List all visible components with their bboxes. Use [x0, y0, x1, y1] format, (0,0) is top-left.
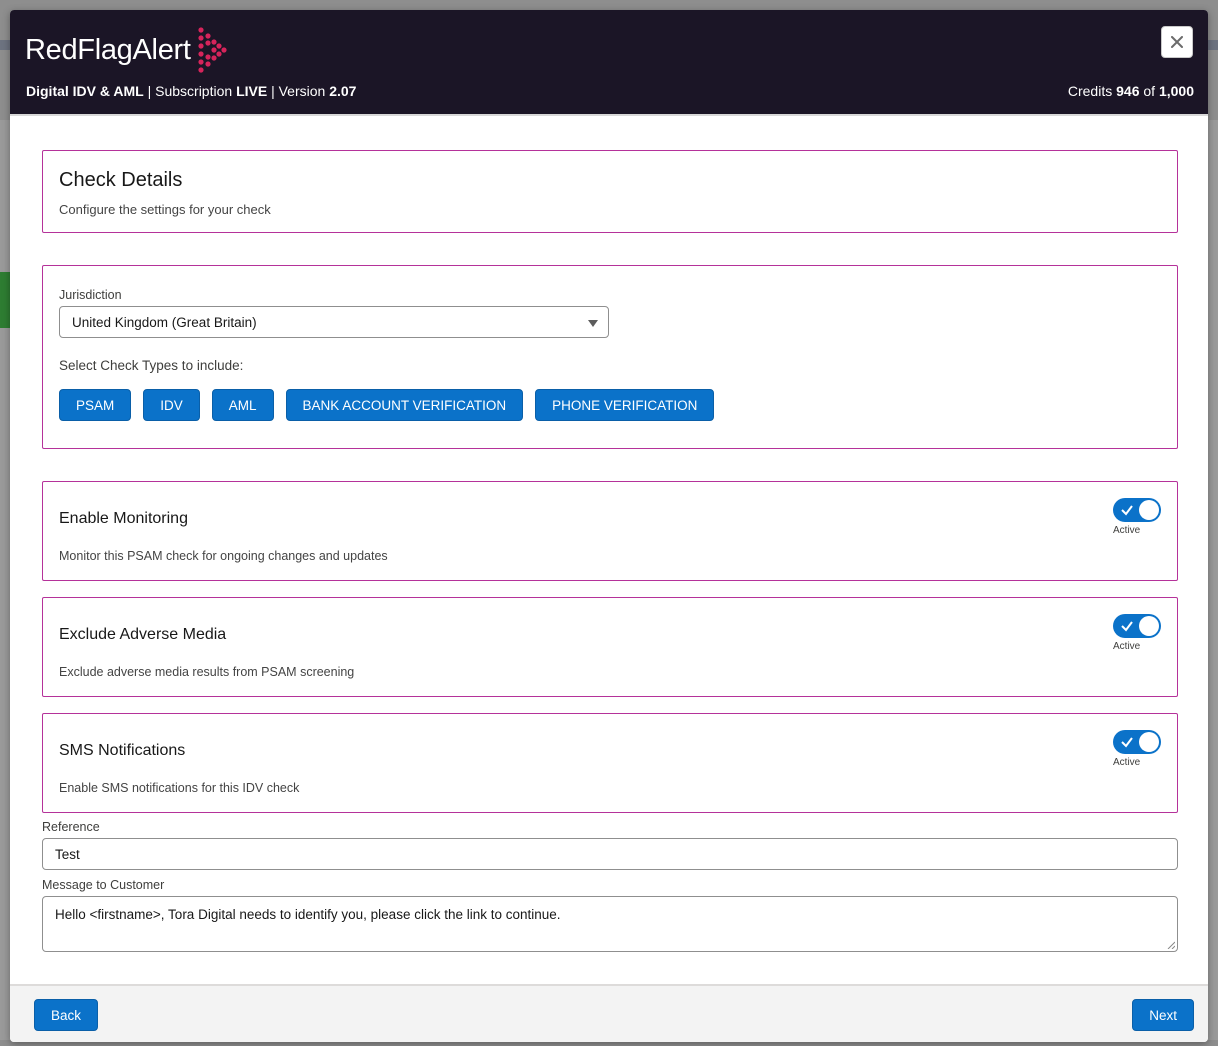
modal-footer: Back Next [10, 984, 1208, 1042]
modal-header: RedFlagAlert Digital IDV & AML | Subscri… [10, 10, 1208, 116]
sms-notifications-status: Active [1113, 757, 1141, 768]
check-icon [1121, 737, 1133, 748]
toggle-knob [1139, 616, 1159, 636]
message-text: Hello <firstname>, Tora Digital needs to… [55, 907, 561, 922]
check-details-card: Check Details Configure the settings for… [42, 150, 1178, 233]
enable-monitoring-toggle-wrap: Active [1113, 498, 1161, 536]
version-label: Version [278, 83, 326, 99]
credits-of: of [1143, 83, 1156, 99]
check-type-aml-button[interactable]: AML [211, 389, 274, 421]
version-value: 2.07 [329, 83, 357, 99]
toggle-knob [1139, 500, 1159, 520]
jurisdiction-selected-value: United Kingdom (Great Britain) [72, 315, 257, 330]
logo-mark-icon [198, 27, 227, 73]
exclude-adverse-media-card: Exclude Adverse Media Exclude adverse me… [42, 597, 1178, 697]
subscription-info: Digital IDV & AML | Subscription LIVE | … [26, 83, 356, 99]
enable-monitoring-title: Enable Monitoring [59, 510, 188, 527]
exclude-adverse-media-toggle-wrap: Active [1113, 614, 1161, 652]
logo-text: RedFlagAlert [25, 33, 191, 66]
jurisdiction-card: Jurisdiction United Kingdom (Great Brita… [42, 265, 1178, 449]
sms-notifications-toggle[interactable] [1113, 730, 1161, 754]
background-right-edge [1208, 120, 1218, 1040]
separator-1: | [147, 83, 156, 99]
separator-2: | [271, 83, 279, 99]
back-button[interactable]: Back [34, 999, 99, 1031]
jurisdiction-label: Jurisdiction [59, 288, 122, 302]
background-green-element [0, 272, 10, 328]
check-type-buttons: PSAM IDV AML BANK ACCOUNT VERIFICATION P… [59, 389, 715, 421]
sms-notifications-description: Enable SMS notifications for this IDV ch… [59, 781, 300, 795]
check-type-psam-button[interactable]: PSAM [59, 389, 132, 421]
product-name: Digital IDV & AML [26, 83, 144, 99]
check-details-subtitle: Configure the settings for your check [59, 202, 271, 217]
close-icon [1171, 36, 1183, 48]
credits-total: 1,000 [1158, 83, 1194, 99]
next-button[interactable]: Next [1132, 999, 1194, 1031]
subscription-value: LIVE [236, 83, 268, 99]
check-details-title: Check Details [59, 169, 183, 191]
sms-notifications-card: SMS Notifications Enable SMS notificatio… [42, 713, 1178, 813]
check-type-idv-button[interactable]: IDV [143, 389, 200, 421]
chevron-down-icon [588, 320, 598, 327]
message-textarea[interactable]: Hello <firstname>, Tora Digital needs to… [42, 896, 1178, 952]
redflagalert-logo: RedFlagAlert [25, 26, 227, 74]
check-types-label: Select Check Types to include: [59, 358, 244, 373]
check-type-bank-account-verification-button[interactable]: BANK ACCOUNT VERIFICATION [285, 389, 524, 421]
exclude-adverse-media-toggle[interactable] [1113, 614, 1161, 638]
message-label: Message to Customer [42, 878, 165, 892]
resize-grip-icon[interactable] [1167, 941, 1175, 949]
sms-notifications-toggle-wrap: Active [1113, 730, 1161, 768]
check-icon [1121, 621, 1133, 632]
enable-monitoring-card: Enable Monitoring Monitor this PSAM chec… [42, 481, 1178, 581]
check-details-modal: RedFlagAlert Digital IDV & AML | Subscri… [10, 10, 1208, 1042]
enable-monitoring-toggle[interactable] [1113, 498, 1161, 522]
toggle-knob [1139, 732, 1159, 752]
reference-label: Reference [42, 820, 100, 834]
check-icon [1121, 505, 1133, 516]
exclude-adverse-media-title: Exclude Adverse Media [59, 626, 227, 643]
enable-monitoring-description: Monitor this PSAM check for ongoing chan… [59, 549, 388, 563]
sms-notifications-title: SMS Notifications [59, 742, 186, 759]
close-button[interactable] [1161, 26, 1193, 58]
exclude-adverse-media-description: Exclude adverse media results from PSAM … [59, 665, 355, 679]
credits-label: Credits [1067, 83, 1113, 99]
exclude-adverse-media-status: Active [1113, 641, 1141, 652]
credits-info: Credits 946 of 1,000 [1068, 83, 1194, 99]
subscription-label: Subscription [155, 83, 233, 99]
background-left-edge [0, 120, 10, 1040]
check-type-phone-verification-button[interactable]: PHONE VERIFICATION [535, 389, 715, 421]
enable-monitoring-status: Active [1113, 525, 1141, 536]
credits-used: 946 [1116, 83, 1140, 99]
jurisdiction-select[interactable]: United Kingdom (Great Britain) [59, 306, 609, 338]
reference-input[interactable]: Test [42, 838, 1178, 870]
